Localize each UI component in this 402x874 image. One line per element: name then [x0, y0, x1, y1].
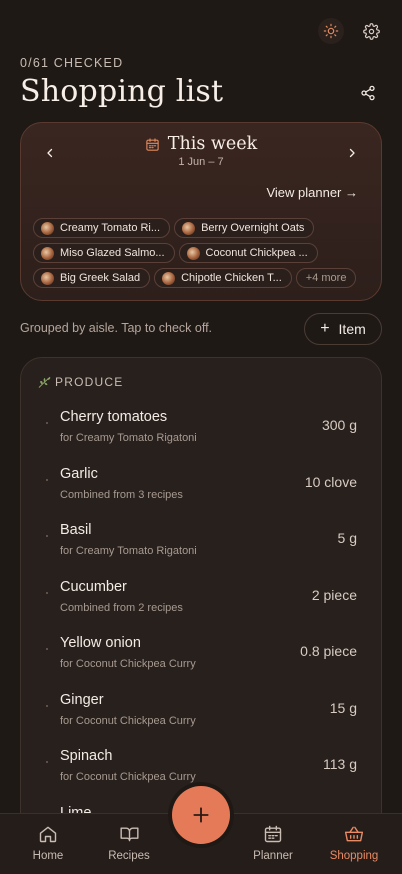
- item-name: Ginger: [60, 691, 104, 708]
- recipe-thumbnail: [182, 221, 196, 235]
- tab-label: Planner: [253, 850, 293, 862]
- aisle-header: PRODUCE: [37, 375, 123, 389]
- item-note: Combined from 2 recipes: [60, 601, 183, 614]
- recipe-chip-label: Creamy Tomato Ri...: [60, 222, 161, 234]
- tab-home[interactable]: Home: [8, 824, 88, 862]
- recipe-thumbnail: [162, 271, 176, 285]
- list-item[interactable]: Cherry tomatoes for Creamy Tomato Rigaton…: [21, 400, 381, 457]
- tab-recipes[interactable]: Recipes: [89, 824, 169, 862]
- item-name: Garlic: [60, 465, 98, 482]
- view-planner-link[interactable]: View planner →: [266, 185, 358, 200]
- recipe-chip-label: Miso Glazed Salmo...: [60, 247, 165, 259]
- tab-shopping[interactable]: Shopping: [314, 824, 394, 862]
- recipe-thumbnail: [41, 246, 54, 260]
- plus-icon: [193, 807, 209, 823]
- recipe-chip[interactable]: Creamy Tomato Ri...: [33, 218, 171, 238]
- recipe-chip-label: Chipotle Chicken T...: [181, 272, 282, 284]
- recipe-thumbnail: [41, 271, 54, 285]
- aisle-name: PRODUCE: [55, 375, 124, 389]
- plus-icon: +: [320, 320, 330, 337]
- recipe-thumbnail: [186, 246, 200, 260]
- item-note: for Coconut Chickpea Curry: [60, 771, 196, 783]
- item-note: for Creamy Tomato Rigatoni: [60, 545, 197, 557]
- list-item[interactable]: Cucumber Combined from 2 recipes 2 piece: [21, 570, 381, 627]
- recipe-chips: Creamy Tomato Ri... Berry Overnight Oats…: [33, 218, 373, 288]
- add-item-button[interactable]: + Item: [304, 313, 382, 345]
- list-item[interactable]: Yellow onion for Coconut Chickpea Curry 0.…: [21, 626, 381, 683]
- week-header: This week: [21, 134, 381, 154]
- recipe-chip[interactable]: Miso Glazed Salmo...: [33, 243, 175, 263]
- top-actions: [318, 18, 384, 44]
- recipe-thumbnail: [41, 221, 54, 235]
- list-item[interactable]: Ginger for Coconut Chickpea Curry 15 g: [21, 683, 381, 740]
- check-indicator: [46, 422, 48, 424]
- item-name: Yellow onion: [60, 635, 141, 651]
- item-name: Cherry tomatoes: [60, 409, 168, 425]
- list-item[interactable]: Basil for Creamy Tomato Rigatoni 5 g: [21, 513, 381, 570]
- recipe-chip[interactable]: Coconut Chickpea ...: [178, 243, 318, 263]
- recipe-chip-label: Big Greek Salad: [60, 272, 141, 284]
- add-item-label: Item: [338, 321, 366, 337]
- share-button[interactable]: [356, 81, 380, 105]
- check-indicator: [46, 591, 48, 594]
- week-range: 1 Jun – 7: [178, 156, 224, 168]
- settings-button[interactable]: [358, 18, 384, 44]
- book-icon: [119, 827, 139, 842]
- page-title: Shopping list: [20, 74, 224, 109]
- checked-count: 0/61 CHECKED: [20, 56, 124, 70]
- recipe-chip[interactable]: Berry Overnight Oats: [174, 218, 315, 238]
- herb-icon: [38, 376, 51, 388]
- share-icon: [361, 85, 375, 101]
- item-note: for Coconut Chickpea Curry: [60, 658, 196, 670]
- recipe-chip-label: Berry Overnight Oats: [201, 222, 305, 234]
- recipe-chip[interactable]: Chipotle Chicken T...: [154, 268, 292, 288]
- tab-label: Home: [32, 850, 64, 862]
- item-quantity: 0.8 piece: [300, 643, 357, 659]
- theme-toggle-button[interactable]: [318, 18, 344, 44]
- item-quantity: 5 g: [337, 530, 357, 546]
- week-title: This week: [167, 134, 258, 154]
- item-name: Cucumber: [60, 578, 127, 595]
- item-quantity: 113 g: [323, 756, 357, 772]
- week-card: This week 1 Jun – 7 View planner → Cream…: [20, 122, 382, 301]
- check-indicator: [46, 648, 48, 650]
- item-name: Basil: [60, 522, 92, 538]
- check-indicator: [46, 478, 48, 481]
- item-quantity: 10 clove: [304, 473, 357, 490]
- check-indicator: [46, 761, 48, 763]
- basket-icon: [344, 826, 364, 842]
- item-quantity: 15 g: [329, 699, 357, 716]
- calendar-icon: [146, 137, 159, 151]
- check-indicator: [46, 535, 48, 537]
- recipe-chip-label: Coconut Chickpea ...: [205, 247, 308, 259]
- list-item[interactable]: Garlic Combined from 3 recipes 10 clove: [21, 457, 381, 514]
- item-quantity: 2 piece: [311, 586, 357, 603]
- tab-label: Recipes: [108, 850, 150, 862]
- sun-icon: [323, 23, 339, 39]
- add-button[interactable]: [172, 786, 230, 844]
- item-list: Cherry tomatoes for Creamy Tomato Rigaton…: [21, 400, 381, 852]
- item-quantity: 300 g: [321, 417, 357, 433]
- more-recipes-chip[interactable]: +4 more: [295, 268, 357, 288]
- recipe-chip[interactable]: Big Greek Salad: [33, 268, 151, 288]
- calendar-icon: [264, 825, 282, 843]
- check-indicator: [46, 704, 48, 707]
- home-icon: [39, 826, 57, 843]
- item-name: Spinach: [60, 748, 113, 764]
- item-note: Combined from 3 recipes: [60, 488, 183, 501]
- item-note: for Creamy Tomato Rigatoni: [60, 432, 197, 444]
- tab-label: Shopping: [329, 850, 379, 862]
- tab-planner[interactable]: Planner: [233, 824, 313, 862]
- item-note: for Coconut Chickpea Curry: [60, 714, 196, 727]
- grouping-hint: Grouped by aisle. Tap to check off.: [20, 321, 213, 335]
- gear-icon: [362, 22, 380, 40]
